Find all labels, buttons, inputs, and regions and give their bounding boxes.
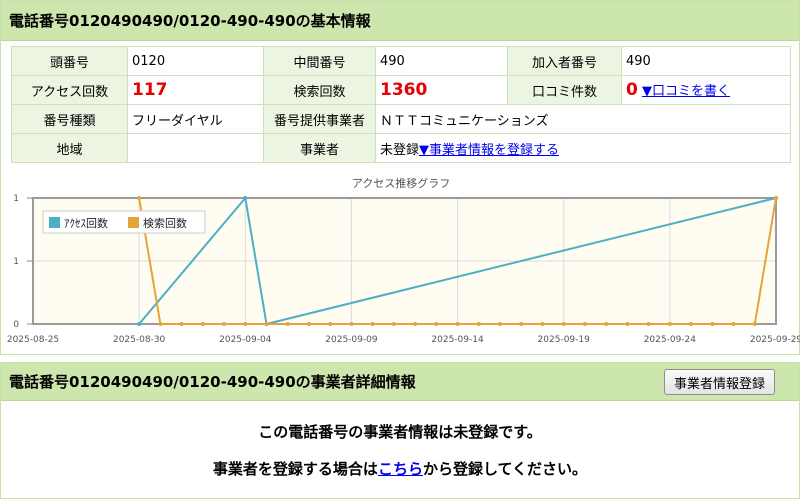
chart-title: アクセス推移グラフ: [352, 176, 450, 190]
data-point: [306, 322, 311, 326]
data-point: [137, 196, 142, 200]
x-tick-label: 2025-09-29: [750, 335, 800, 345]
data-point: [434, 322, 439, 326]
access-count-value: 117: [132, 80, 168, 100]
data-point: [582, 322, 587, 326]
legend-label: ｱｸｾｽ回数: [64, 217, 108, 230]
y-tick-label: 0: [13, 320, 19, 330]
data-point: [731, 322, 736, 326]
carrier-value: ＮＴＴコミュニケーションズ: [375, 104, 791, 134]
table-row: 番号種類 フリーダイヤル 番号提供事業者 ＮＴＴコミュニケーションズ: [11, 104, 791, 134]
table-row: 頭番号 0120 中間番号 490 加入者番号 490: [11, 46, 791, 76]
data-point: [498, 322, 503, 326]
data-point: [689, 322, 694, 326]
review-count-value: 0: [626, 80, 638, 100]
table-row: アクセス回数 117 検索回数 1360 口コミ件数 0 ▼口コミを書く: [11, 75, 791, 105]
data-point: [476, 322, 481, 326]
register-instruction-pre: 事業者を登録する場合は: [212, 460, 378, 478]
data-point: [604, 322, 609, 326]
data-point: [413, 322, 418, 326]
data-point: [370, 322, 375, 326]
business-label: 事業者: [263, 133, 376, 163]
subscriber-number-label: 加入者番号: [507, 46, 622, 76]
data-point: [519, 322, 524, 326]
x-tick-label: 2025-09-19: [538, 335, 591, 345]
data-point: [222, 322, 227, 326]
register-here-link[interactable]: こちら: [378, 460, 423, 478]
region-label: 地域: [11, 133, 128, 163]
data-point: [455, 322, 460, 326]
chart-svg: アクセス推移グラフ 2025-08-25 2025-08-30 2025-09-04…: [7, 176, 800, 345]
data-point: [646, 322, 651, 326]
x-tick-label: 2025-09-24: [644, 335, 697, 345]
register-instruction-post: から登録してください。: [422, 460, 588, 478]
x-tick-label: 2025-08-30: [113, 335, 166, 345]
write-review-link[interactable]: ▼口コミを書く: [642, 84, 730, 99]
data-point: [667, 322, 672, 326]
data-point: [179, 322, 184, 326]
register-business-link[interactable]: ▼事業者情報を登録する: [419, 143, 559, 158]
legend-label: 検索回数: [143, 216, 187, 230]
x-tick-label: 2025-09-09: [325, 335, 378, 345]
data-point: [625, 322, 630, 326]
data-point: [349, 322, 354, 326]
business-value: 未登録: [380, 142, 420, 158]
region-value: [127, 133, 264, 163]
access-count-label: アクセス回数: [11, 75, 128, 105]
number-type-label: 番号種類: [11, 104, 128, 134]
basic-info-section: 電話番号0120490490/0120-490-490の基本情報 頭番号 012…: [0, 0, 800, 355]
data-point: [752, 322, 757, 326]
middle-number-label: 中間番号: [263, 46, 376, 76]
middle-number-value: 490: [375, 46, 508, 76]
y-tick-label: 1: [13, 194, 19, 204]
data-point: [561, 322, 566, 326]
search-count-value: 1360: [380, 80, 428, 100]
search-count-label: 検索回数: [263, 75, 376, 105]
number-type-value: フリーダイヤル: [127, 104, 264, 134]
head-number-value: 0120: [127, 46, 264, 76]
carrier-label: 番号提供事業者: [263, 104, 376, 134]
data-point: [710, 322, 715, 326]
data-point: [774, 196, 778, 200]
review-count-label: 口コミ件数: [507, 75, 622, 105]
basic-info-title: 電話番号0120490490/0120-490-490の基本情報: [1, 1, 799, 41]
data-point: [200, 322, 205, 326]
x-tick-label: 2025-09-14: [431, 335, 484, 345]
data-point: [391, 322, 396, 326]
head-number-label: 頭番号: [11, 46, 128, 76]
x-tick-label: 2025-08-25: [7, 335, 59, 345]
register-instruction: 事業者を登録する場合はこちらから登録してください。: [1, 458, 799, 479]
legend-swatch: [49, 217, 60, 228]
legend-swatch: [128, 217, 139, 228]
table-row: 地域 事業者 未登録▼事業者情報を登録する: [11, 133, 791, 163]
data-point: [243, 322, 248, 326]
y-tick-label: 1: [13, 257, 19, 267]
register-business-button[interactable]: 事業者情報登録: [663, 369, 775, 395]
basic-info-table: 頭番号 0120 中間番号 490 加入者番号 490 アクセス回数 117 検…: [11, 46, 791, 163]
data-point: [285, 322, 290, 326]
unregistered-message: この電話番号の事業者情報は未登録です。: [258, 423, 542, 441]
data-point: [137, 322, 142, 326]
data-point: [243, 196, 248, 200]
business-detail-section: 電話番号0120490490/0120-490-490の事業者詳細情報 事業者情…: [0, 362, 800, 499]
x-tick-label: 2025-09-04: [219, 335, 272, 345]
data-point: [328, 322, 333, 326]
data-point: [158, 322, 163, 326]
access-trend-chart: アクセス推移グラフ 2025-08-25 2025-08-30 2025-09-04…: [1, 171, 800, 351]
data-point: [540, 322, 545, 326]
data-point: [264, 322, 269, 326]
subscriber-number-value: 490: [621, 46, 791, 76]
